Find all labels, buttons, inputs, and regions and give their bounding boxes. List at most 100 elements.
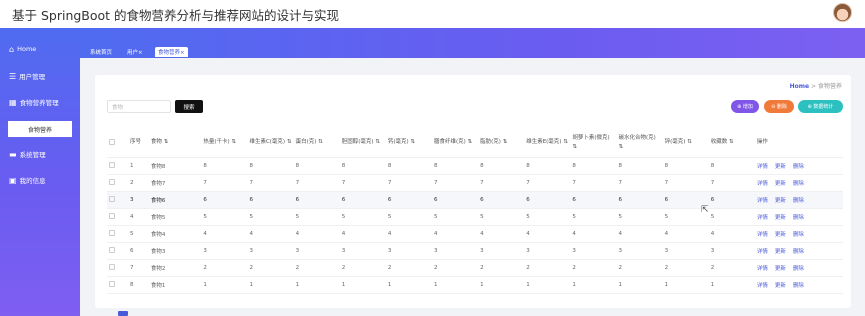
row-actions: 详情 更新 删除 — [754, 225, 843, 243]
table-row[interactable]: 5 食物4 4 4 4 4 4 4 4 4 4 4 4 4 详情 更新 删除 — [107, 225, 843, 243]
nutrient-value: 8 — [524, 157, 571, 175]
table-row[interactable]: 7 食物2 2 2 2 2 2 2 2 2 2 2 2 2 详情 更新 删除 — [107, 259, 843, 277]
detail-link[interactable]: 详情 — [757, 232, 768, 238]
nutrient-value: 4 — [478, 225, 525, 243]
column-header: 脂肪(克) ⇅ — [478, 129, 525, 158]
row-checkbox[interactable] — [107, 242, 128, 260]
checkbox-icon[interactable] — [109, 247, 115, 254]
sidebar-item-food-nutrition[interactable]: ▦ 食物营养管理 — [0, 91, 80, 113]
detail-link[interactable]: 详情 — [757, 181, 768, 187]
row-checkbox[interactable] — [107, 191, 128, 209]
tab-home[interactable]: 系统首页 — [87, 47, 115, 57]
nutrient-value: 1 — [293, 276, 340, 294]
nutrient-value: 7 — [524, 174, 571, 192]
sidebar-item-system[interactable]: ▬ 系统管理 — [0, 143, 80, 165]
checkbox-icon[interactable] — [109, 230, 115, 237]
nutrient-value: 7 — [293, 174, 340, 192]
sidebar-item-home[interactable]: ⌂ Home — [0, 38, 80, 60]
update-link[interactable]: 更新 — [775, 181, 786, 187]
delete-button[interactable]: ⊖ 删除 — [764, 100, 794, 113]
delete-link[interactable]: 删除 — [793, 232, 804, 238]
nutrient-value: 5 — [247, 208, 294, 226]
delete-link[interactable]: 删除 — [793, 198, 804, 204]
update-link[interactable]: 更新 — [775, 249, 786, 255]
row-actions: 详情 更新 删除 — [754, 242, 843, 260]
table-row[interactable]: 8 食物1 1 1 1 1 1 1 1 1 1 1 1 1 详情 更新 删除 — [107, 276, 843, 294]
breadcrumb-current: 食物营养 — [817, 83, 842, 90]
row-checkbox[interactable] — [107, 276, 128, 294]
nutrient-value: 4 — [247, 225, 294, 243]
table-row[interactable]: 4 食物5 5 5 5 5 5 5 5 5 5 5 5 5 详情 更新 删除 — [107, 208, 843, 226]
checkbox-icon[interactable] — [109, 264, 115, 271]
update-link[interactable]: 更新 — [775, 232, 786, 238]
food-name: 食物7 — [148, 174, 202, 192]
nutrient-value: 1 — [247, 276, 294, 294]
update-link[interactable]: 更新 — [775, 283, 786, 289]
detail-link[interactable]: 详情 — [757, 164, 768, 170]
detail-link[interactable]: 详情 — [757, 198, 768, 204]
avatar[interactable] — [833, 3, 852, 22]
nutrient-value: 8 — [385, 157, 432, 175]
nutrient-value: 3 — [662, 242, 709, 260]
food-name: 食物6 — [148, 191, 202, 209]
breadcrumb-home[interactable]: Home — [790, 83, 809, 90]
checkbox-icon[interactable] — [109, 213, 115, 220]
detail-link[interactable]: 详情 — [757, 215, 768, 221]
nutrient-value: 4 — [201, 225, 248, 243]
nutrient-value: 7 — [662, 174, 709, 192]
table-row[interactable]: 1 食物8 8 8 8 8 8 8 8 8 8 8 8 8 详情 更新 删除 — [107, 157, 843, 175]
pagination-indicator[interactable] — [118, 311, 128, 316]
delete-link[interactable]: 删除 — [793, 249, 804, 255]
delete-link[interactable]: 删除 — [793, 266, 804, 272]
checkbox-icon[interactable] — [109, 281, 115, 288]
delete-link[interactable]: 删除 — [793, 164, 804, 170]
top-header: 基于 SpringBoot 的食物营养分析与推荐网站的设计与实现 — [0, 0, 865, 28]
table-row[interactable]: 6 食物3 3 3 3 3 3 3 3 3 3 3 3 3 详情 更新 删除 — [107, 242, 843, 260]
nutrient-value: 2 — [385, 259, 432, 277]
row-checkbox[interactable] — [107, 157, 128, 175]
tab-food-nutrition[interactable]: 食物营养× — [155, 47, 188, 57]
food-name: 食物2 — [148, 259, 202, 277]
nutrient-value: 8 — [708, 157, 755, 175]
nutrient-value: 5 — [339, 208, 386, 226]
row-checkbox[interactable] — [107, 259, 128, 277]
home-icon: ⌂ — [9, 44, 15, 54]
update-link[interactable]: 更新 — [775, 266, 786, 272]
table-row[interactable]: 2 食物7 7 7 7 7 7 7 7 7 7 7 7 7 详情 更新 删除 — [107, 174, 843, 192]
column-header: 碳水化合物(克) ⇅ — [616, 129, 663, 158]
nutrient-value: 1 — [662, 276, 709, 294]
update-link[interactable]: 更新 — [775, 198, 786, 204]
sidebar-subitem-food-nutrition[interactable]: 食物营养 — [8, 121, 72, 137]
detail-link[interactable]: 详情 — [757, 249, 768, 255]
search-input[interactable]: 食物 — [107, 100, 171, 113]
add-button[interactable]: ⊕ 增加 — [731, 100, 759, 113]
detail-link[interactable]: 详情 — [757, 266, 768, 272]
checkbox-icon[interactable] — [109, 138, 115, 145]
nutrient-value: 3 — [339, 242, 386, 260]
table-row[interactable]: 3 食物6 6 6 6 6 6 6 6 6 6 6 6 6 详情 更新 删除 — [107, 191, 843, 209]
row-checkbox[interactable] — [107, 208, 128, 226]
update-link[interactable]: 更新 — [775, 164, 786, 170]
delete-link[interactable]: 删除 — [793, 215, 804, 221]
column-header: 胡萝卜素(微克) ⇅ — [570, 129, 617, 158]
nutrient-value: 2 — [662, 259, 709, 277]
checkbox-icon[interactable] — [109, 179, 115, 186]
row-checkbox[interactable] — [107, 174, 128, 192]
checkbox-icon[interactable] — [109, 162, 115, 169]
row-checkbox[interactable] — [107, 225, 128, 243]
sidebar-item-my-info[interactable]: ▣ 我的信息 — [0, 169, 80, 191]
select-all-checkbox[interactable] — [107, 129, 128, 158]
sidebar-item-user-management[interactable]: ☰ 用户管理 — [0, 65, 80, 87]
delete-link[interactable]: 删除 — [793, 181, 804, 187]
grid-icon: ▦ — [9, 97, 17, 107]
tab-user[interactable]: 用户× — [124, 47, 146, 57]
checkbox-icon[interactable] — [109, 196, 115, 203]
stats-button[interactable]: ⊕ 数据统计 — [798, 100, 843, 113]
nutrient-value: 7 — [708, 174, 755, 192]
delete-link[interactable]: 删除 — [793, 283, 804, 289]
nutrient-value: 1 — [478, 276, 525, 294]
search-button[interactable]: 搜索 — [175, 100, 203, 113]
detail-link[interactable]: 详情 — [757, 283, 768, 289]
update-link[interactable]: 更新 — [775, 215, 786, 221]
nutrient-value: 3 — [478, 242, 525, 260]
